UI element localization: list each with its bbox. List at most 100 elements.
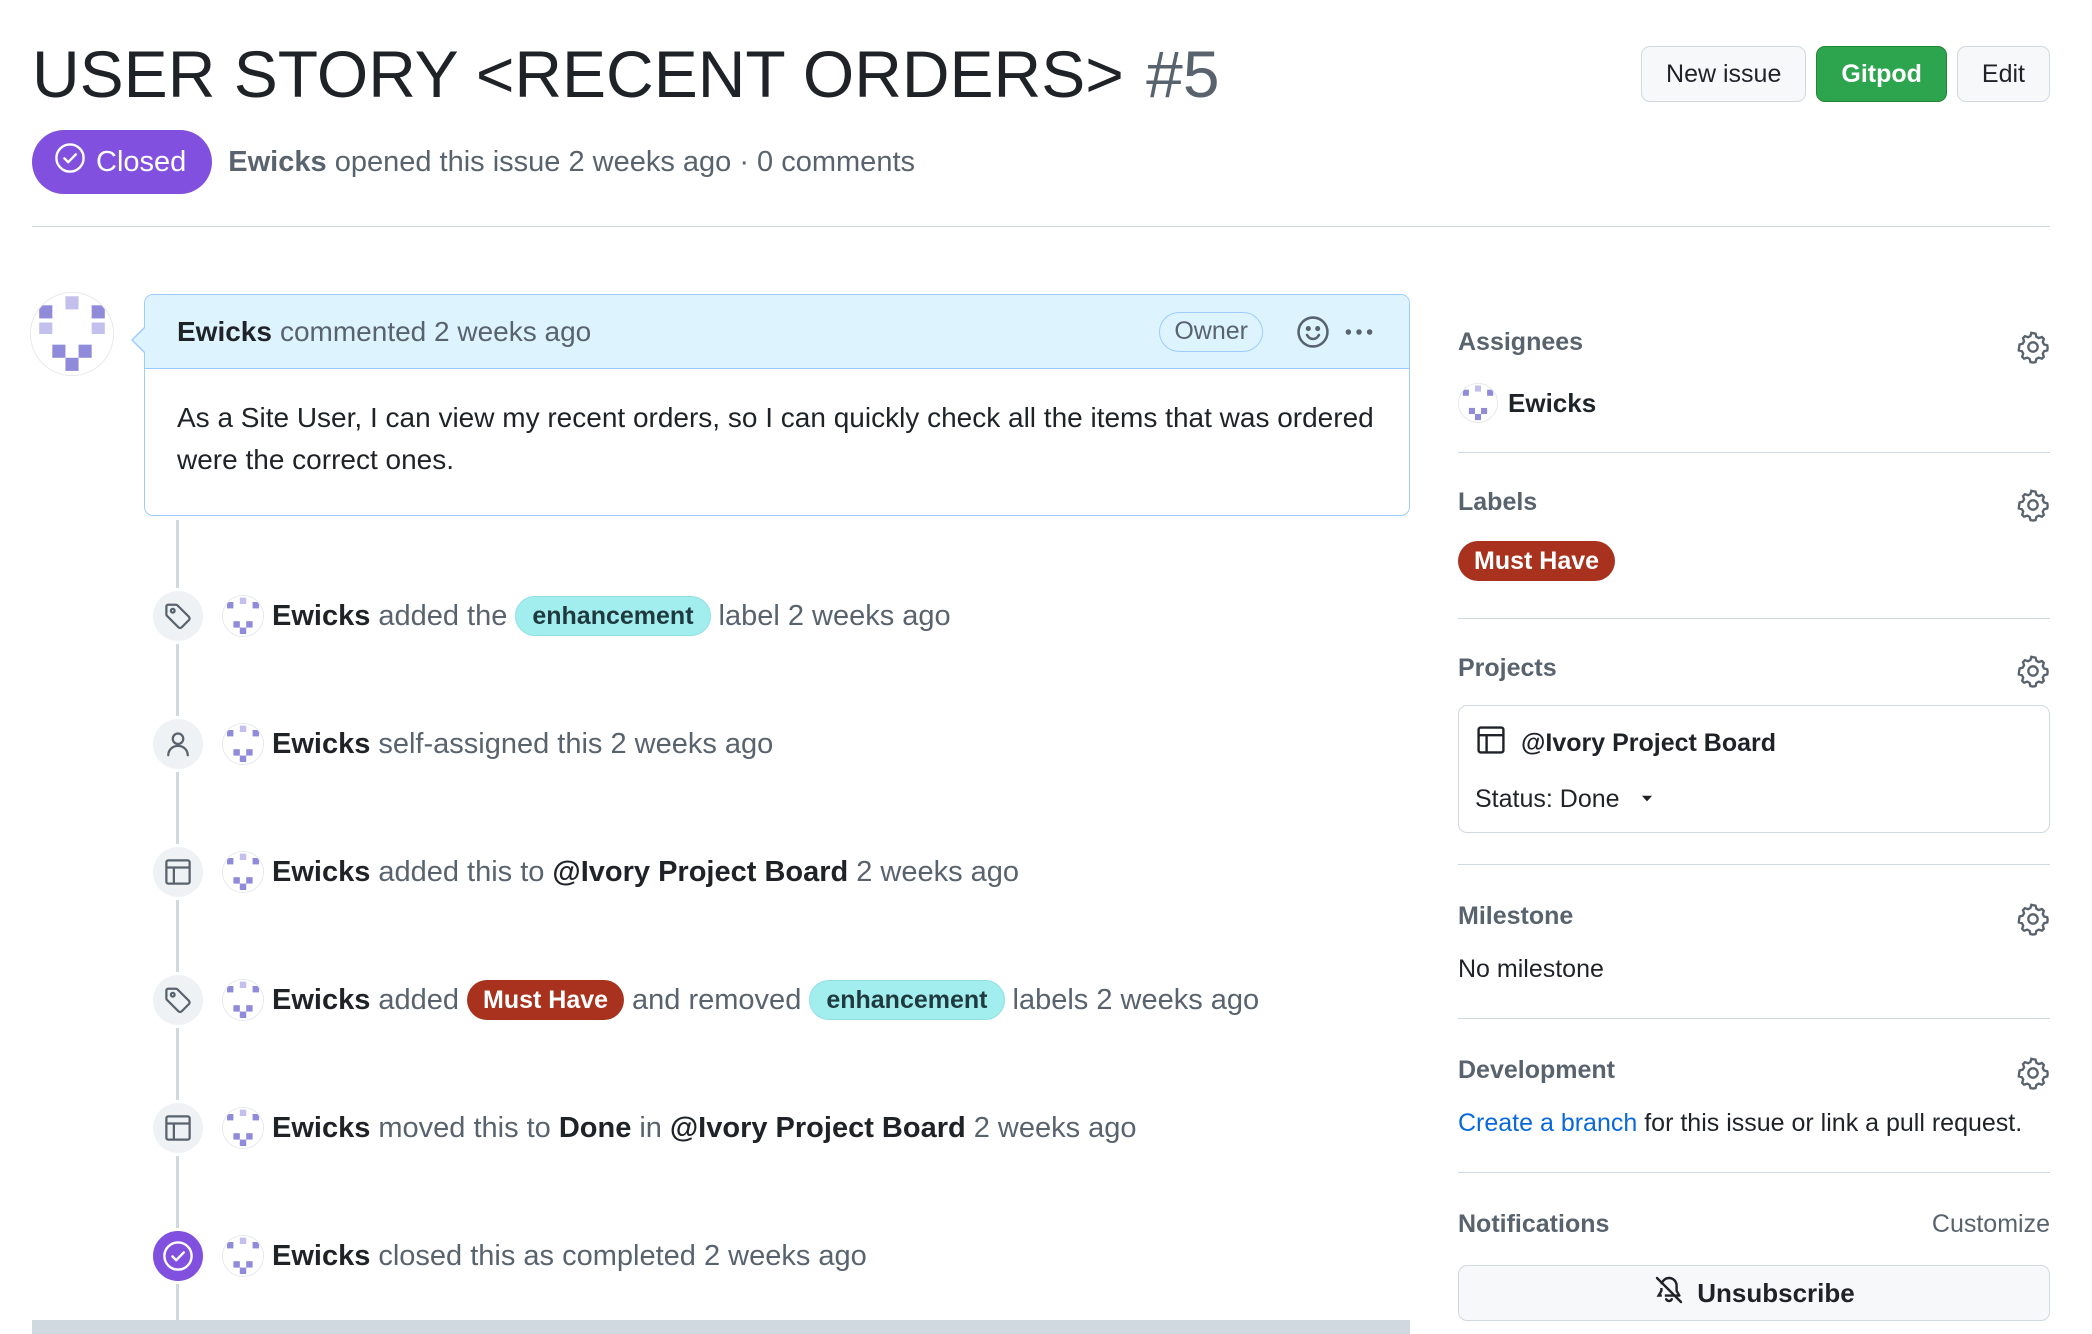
gear-icon[interactable] [2016, 902, 2050, 936]
avatar[interactable] [222, 723, 264, 765]
table-icon [1475, 724, 1507, 763]
triangle-down-icon [1638, 785, 1656, 814]
timeline-text: label 2 weeks ago [718, 599, 951, 632]
project-link[interactable]: @Ivory Project Board [552, 856, 848, 889]
timeline-item-project-added: Ewicks added this to @Ivory Project Boar… [150, 844, 1019, 900]
sidebar-divider [1458, 1172, 2050, 1173]
avatar[interactable] [222, 595, 264, 637]
timeline-item-assigned: Ewicks self-assigned this 2 weeks ago [150, 716, 773, 772]
person-icon [150, 716, 206, 772]
header-divider [32, 226, 2050, 227]
gear-icon[interactable] [2016, 1056, 2050, 1090]
project-column: Done [558, 1111, 632, 1144]
timeline-text: and removed [632, 983, 802, 1016]
gear-icon[interactable] [2016, 654, 2050, 688]
bell-slash-icon [1653, 1274, 1685, 1313]
sidebar-divider [1458, 452, 2050, 453]
development-title[interactable]: Development [1458, 1056, 2050, 1085]
issue-title-text: USER STORY <RECENT ORDERS> [32, 37, 1124, 111]
comment-meta: commented 2 weeks ago [279, 315, 592, 347]
projects-title[interactable]: Projects [1458, 654, 2050, 683]
customize-link[interactable]: Customize [1932, 1210, 2050, 1239]
comment-header: Ewicks commented 2 weeks ago Owner [145, 295, 1409, 369]
assignee-item[interactable]: Ewicks [1458, 383, 2050, 423]
status-badge-label: Closed [96, 145, 187, 178]
new-issue-button[interactable]: New issue [1641, 46, 1807, 102]
timeline-text: moved this to [378, 1111, 551, 1144]
project-name: @Ivory Project Board [1521, 729, 1777, 757]
gitpod-button[interactable]: Gitpod [1816, 46, 1947, 102]
sidebar-divider [1458, 1018, 2050, 1019]
project-link[interactable]: @Ivory Project Board [670, 1112, 966, 1145]
timeline-user[interactable]: Ewicks [272, 600, 370, 633]
unsubscribe-label: Unsubscribe [1697, 1277, 1855, 1308]
development-text: Create a branch for this issue or link a… [1458, 1109, 2050, 1138]
gear-icon[interactable] [2016, 330, 2050, 364]
check-circle-icon [150, 1228, 206, 1284]
comment-body: As a Site User, I can view my recent ord… [177, 402, 1374, 475]
timeline-text: added the [378, 599, 508, 632]
issue-author[interactable]: Ewicks [228, 146, 326, 178]
avatar[interactable] [30, 292, 114, 376]
project-status-select[interactable]: Status: Done [1475, 785, 2033, 814]
issue-meta: Ewicks opened this issue 2 weeks ago · 0… [228, 146, 915, 179]
issue-number: #5 [1146, 37, 1220, 111]
development-rest: for this issue or link a pull request. [1644, 1109, 2023, 1137]
assignees-title[interactable]: Assignees [1458, 328, 2050, 357]
kebab-horizontal-icon[interactable] [1341, 314, 1377, 350]
unsubscribe-button[interactable]: Unsubscribe [1458, 1265, 2050, 1321]
check-circle-icon [54, 142, 86, 182]
label-enhancement[interactable]: enhancement [809, 980, 1005, 1020]
timeline-user[interactable]: Ewicks [272, 1112, 370, 1145]
timeline-item-relabeled: Ewicks added Must Have and removed enhan… [150, 972, 1259, 1028]
table-icon [150, 1100, 206, 1156]
label-enhancement[interactable]: enhancement [515, 596, 711, 636]
edit-button[interactable]: Edit [1956, 46, 2050, 102]
sidebar-notifications: Notifications Customize Unsubscribe [1458, 1210, 2050, 1321]
timeline-text: in [639, 1111, 662, 1144]
sidebar-divider [1458, 864, 2050, 865]
sidebar-development: Development Create a branch for this iss… [1458, 1056, 2050, 1138]
sidebar-labels: Labels Must Have [1458, 488, 2050, 581]
sidebar-divider [1458, 618, 2050, 619]
status-badge: Closed [32, 130, 213, 194]
timeline-text: added [378, 983, 459, 1016]
sidebar-milestone: Milestone No milestone [1458, 902, 2050, 984]
avatar[interactable] [222, 851, 264, 893]
timeline-user[interactable]: Ewicks [272, 1240, 370, 1273]
timeline-text: closed this as completed 2 weeks ago [378, 1239, 867, 1272]
table-icon [150, 844, 206, 900]
avatar[interactable] [222, 979, 264, 1021]
issue-page: USER STORY <RECENT ORDERS> #5 New issue … [0, 0, 2092, 1334]
create-branch-link[interactable]: Create a branch [1458, 1109, 1637, 1137]
avatar [1458, 383, 1498, 423]
label-must-have[interactable]: Must Have [1458, 541, 1616, 581]
smiley-icon[interactable] [1295, 314, 1331, 350]
timeline-text: 2 weeks ago [973, 1111, 1137, 1144]
owner-badge: Owner [1159, 311, 1263, 352]
timeline-end-bar [32, 1320, 1410, 1334]
tag-icon [150, 972, 206, 1028]
sidebar-projects: Projects @Ivory Project Board Status: Do… [1458, 654, 2050, 833]
milestone-title[interactable]: Milestone [1458, 902, 2050, 931]
header-actions: New issue Gitpod Edit [1641, 46, 2050, 102]
timeline-item-closed: Ewicks closed this as completed 2 weeks … [150, 1228, 867, 1284]
timeline-item-moved: Ewicks moved this to Done in @Ivory Proj… [150, 1100, 1137, 1156]
timeline-user[interactable]: Ewicks [272, 984, 370, 1017]
timeline-text: added this to [378, 855, 545, 888]
label-must-have[interactable]: Must Have [467, 980, 625, 1020]
timeline-text: self-assigned this 2 weeks ago [378, 727, 774, 760]
comment-author[interactable]: Ewicks [177, 316, 272, 348]
sidebar-assignees: Assignees Ewicks [1458, 328, 2050, 423]
project-status: Status: Done [1475, 785, 1620, 813]
issue-meta-text: opened this issue 2 weeks ago · 0 commen… [334, 145, 915, 178]
timeline-user[interactable]: Ewicks [272, 728, 370, 761]
labels-title[interactable]: Labels [1458, 488, 2050, 517]
gear-icon[interactable] [2016, 488, 2050, 522]
avatar[interactable] [222, 1107, 264, 1149]
project-card-title[interactable]: @Ivory Project Board [1475, 724, 2033, 763]
avatar[interactable] [222, 1235, 264, 1277]
issue-comment: Ewicks commented 2 weeks ago Owner As a … [131, 294, 1410, 516]
timeline-user[interactable]: Ewicks [272, 856, 370, 889]
assignee-name: Ewicks [1508, 387, 1597, 418]
